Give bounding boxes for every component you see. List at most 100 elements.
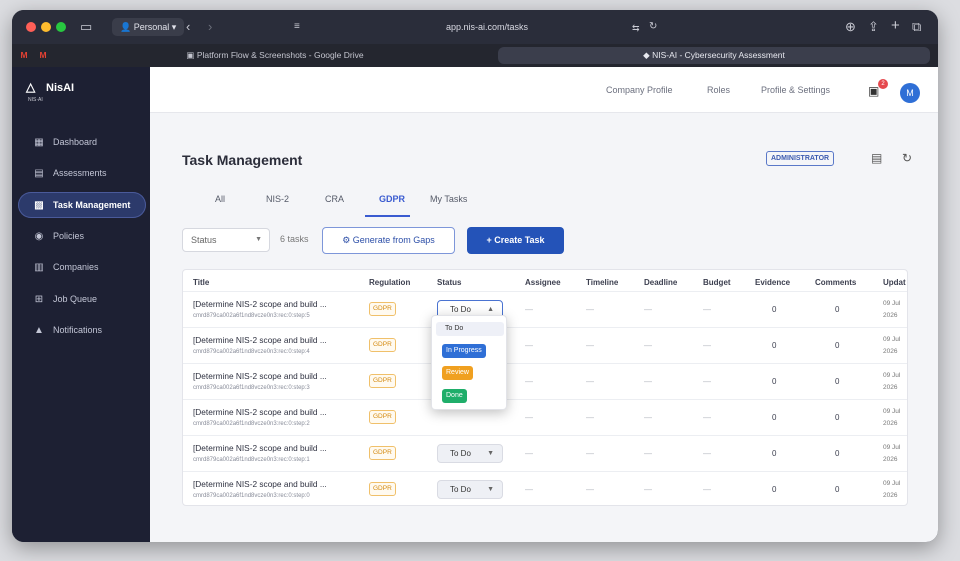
comments-count: 0 [835,413,840,422]
building-icon: ▥ [34,262,44,273]
sidebar-item-job-queue[interactable]: ⊞ Job Queue [18,286,146,312]
status-option-todo[interactable]: To Do [436,322,504,336]
status-dropdown-menu: To Do In Progress Review Done [431,315,507,410]
tab-nis-2[interactable]: NIS-2 [266,194,289,204]
profile-switcher[interactable]: 👤 Personal ▾ [112,18,185,36]
column-header-budget[interactable]: Budget [703,278,731,287]
tab-overview-icon[interactable]: ⧉ [912,20,921,34]
close-window-button[interactable] [26,22,36,32]
sidebar-item-assessments[interactable]: ▤ Assessments [18,160,146,186]
logo-subtext: NIS·AI [28,97,43,103]
share-icon[interactable]: ⇪ [868,20,879,34]
column-header-updated[interactable]: Updat [883,278,906,287]
deadline-value: — [644,485,652,494]
refresh-icon[interactable]: ↻ [902,151,912,165]
column-header-comments[interactable]: Comments [815,278,856,287]
tab-nis-ai[interactable]: ◆ NIS-AI - Cybersecurity Assessment [498,47,930,64]
deadline-value: — [644,413,652,422]
minimize-window-button[interactable] [41,22,51,32]
table-row[interactable]: [Determine NIS-2 scope and build ... cmr… [183,435,907,471]
task-id: cmrd879ca002a6f1nd8vcze0n3:rec:0:step:5 [193,313,310,319]
column-header-deadline[interactable]: Deadline [644,278,677,287]
assignee-value[interactable]: — [525,377,533,386]
sidebar-item-dashboard[interactable]: ▦ Dashboard [18,129,146,155]
assignee-value[interactable]: — [525,449,533,458]
status-option-in-progress[interactable]: In Progress [442,344,486,358]
browser-tabbar: M M ▣ Platform Flow & Screenshots - Goog… [12,44,938,67]
tasks-table: Title Regulation Status Assignee Timelin… [182,269,908,506]
sidebar-item-policies[interactable]: ◉ Policies [18,223,146,249]
maximize-window-button[interactable] [56,22,66,32]
gmail-pinned-tab-2[interactable]: M [36,47,50,64]
sidebar: △ NisAI NIS·AI ▦ Dashboard ▤ Assessments ▨ T… [12,67,150,542]
table-row[interactable]: [Determine NIS-2 scope and build ... cmr… [183,399,907,435]
tab-my-tasks[interactable]: My Tasks [430,194,467,204]
column-header-timeline[interactable]: Timeline [586,278,618,287]
column-header-evidence[interactable]: Evidence [755,278,790,287]
gmail-pinned-tab[interactable]: M [17,47,31,64]
sidebar-item-notifications[interactable]: ▲ Notifications [18,317,146,343]
tab-cra[interactable]: CRA [325,194,344,204]
updated-date: 09 Jul [883,444,901,451]
updated-year: 2026 [883,312,898,319]
export-icon[interactable]: ▤ [871,151,882,165]
column-header-regulation[interactable]: Regulation [369,278,410,287]
forward-icon[interactable]: › [208,20,212,34]
dashboard-icon: ▦ [34,137,44,148]
status-select[interactable]: To Do ▼ [437,444,503,463]
task-count: 6 tasks [280,234,309,244]
assignee-value[interactable]: — [525,413,533,422]
updated-year: 2026 [883,384,898,391]
app-logo[interactable]: △ NisAI NIS·AI [26,80,74,103]
create-task-button[interactable]: + Create Task [467,227,564,254]
deadline-value: — [644,341,652,350]
address-bar[interactable]: app.nis-ai.com/tasks [292,19,682,36]
tab-gdpr[interactable]: GDPR [379,194,405,204]
regulation-badge: GDPR [369,446,396,460]
task-title[interactable]: [Determine NIS-2 scope and build ... [193,299,327,309]
table-row[interactable]: [Determine NIS-2 scope and build ... cmr… [183,291,907,327]
avatar[interactable]: M [900,83,920,103]
tab-all[interactable]: All [215,194,225,204]
table-row[interactable]: [Determine NIS-2 scope and build ... cmr… [183,363,907,399]
evidence-count: 0 [772,305,777,314]
deadline-value: — [644,305,652,314]
chevron-down-icon: ▼ [487,450,494,457]
reload-icon[interactable]: ↻ [649,20,657,34]
translate-icon[interactable]: ⇆ [632,21,640,35]
budget-value: — [703,485,711,494]
sidebar-toggle-icon[interactable]: ▭ [80,20,92,34]
assignee-value[interactable]: — [525,341,533,350]
status-value: To Do [450,485,471,494]
new-tab-icon[interactable]: + [891,18,900,33]
timeline-value: — [586,413,594,422]
sidebar-item-task-management[interactable]: ▨ Task Management [18,192,146,218]
active-tab-indicator [365,215,410,217]
column-header-title[interactable]: Title [193,278,209,287]
status-select[interactable]: To Do ▼ [437,480,503,499]
sidebar-item-companies[interactable]: ▥ Companies [18,254,146,280]
task-title[interactable]: [Determine NIS-2 scope and build ... [193,443,327,453]
table-row[interactable]: [Determine NIS-2 scope and build ... cmr… [183,327,907,363]
task-title[interactable]: [Determine NIS-2 scope and build ... [193,371,327,381]
evidence-count: 0 [772,485,777,494]
assignee-value[interactable]: — [525,305,533,314]
tab-google-drive[interactable]: ▣ Platform Flow & Screenshots - Google D… [60,47,490,64]
task-title[interactable]: [Determine NIS-2 scope and build ... [193,479,327,489]
column-header-status[interactable]: Status [437,278,461,287]
task-title[interactable]: [Determine NIS-2 scope and build ... [193,335,327,345]
roles-link[interactable]: Roles [707,85,730,95]
company-profile-link[interactable]: Company Profile [606,85,673,95]
generate-from-gaps-button[interactable]: ⚙ Generate from Gaps [322,227,455,254]
table-row[interactable]: [Determine NIS-2 scope and build ... cmr… [183,471,907,505]
status-filter-select[interactable]: Status ▼ [182,228,270,252]
task-title[interactable]: [Determine NIS-2 scope and build ... [193,407,327,417]
status-option-review[interactable]: Review [442,366,473,380]
profile-settings-link[interactable]: Profile & Settings [761,85,830,95]
assignee-value[interactable]: — [525,485,533,494]
download-icon[interactable]: ⊕ [845,20,856,34]
updated-date: 09 Jul [883,336,901,343]
status-option-done[interactable]: Done [442,389,467,403]
back-icon[interactable]: ‹ [186,20,190,34]
column-header-assignee[interactable]: Assignee [525,278,561,287]
